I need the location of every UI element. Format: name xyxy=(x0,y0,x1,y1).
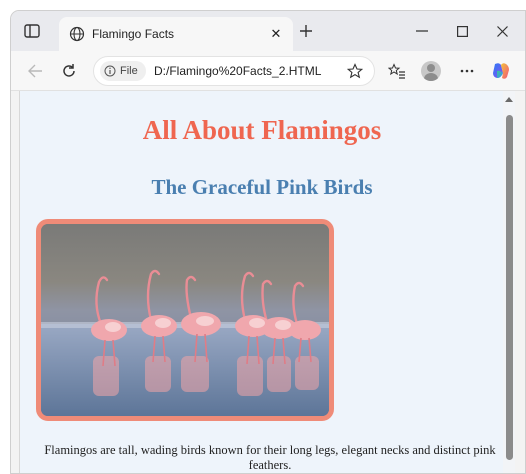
browser-window: Flamingo Facts ✕ File D:/Flamingo%20Fact… xyxy=(10,10,526,474)
globe-icon xyxy=(69,26,85,42)
new-tab-button[interactable] xyxy=(297,22,315,40)
back-arrow-icon[interactable] xyxy=(25,61,45,81)
more-icon[interactable] xyxy=(457,61,477,81)
site-info-label: File xyxy=(120,65,138,77)
page-subtitle: The Graceful Pink Birds xyxy=(151,175,373,199)
minimize-icon[interactable] xyxy=(411,21,433,41)
tab-title: Flamingo Facts xyxy=(92,27,175,41)
info-icon xyxy=(104,65,116,77)
scroll-thumb[interactable] xyxy=(506,115,513,460)
vertical-scrollbar[interactable] xyxy=(503,91,515,473)
tab-strip: Flamingo Facts ✕ xyxy=(11,11,525,51)
url-text[interactable]: D:/Flamingo%20Facts_2.HTML xyxy=(154,64,321,78)
browser-toolbar: File D:/Flamingo%20Facts_2.HTML xyxy=(11,51,525,91)
window-close-icon[interactable] xyxy=(491,21,513,41)
tab-close-icon[interactable]: ✕ xyxy=(267,25,285,43)
favorites-list-icon[interactable] xyxy=(387,61,407,81)
address-bar[interactable]: File D:/Flamingo%20Facts_2.HTML xyxy=(93,56,375,86)
page-title: All About Flamingos xyxy=(142,115,382,145)
copilot-icon[interactable] xyxy=(491,61,511,81)
maximize-icon[interactable] xyxy=(451,21,473,41)
page-description: Flamingos are tall, wading birds known f… xyxy=(44,443,496,472)
scroll-up-icon[interactable] xyxy=(505,97,513,102)
profile-avatar[interactable] xyxy=(421,61,441,81)
flamingo-photo xyxy=(36,219,334,421)
tab-flamingo-facts[interactable]: Flamingo Facts ✕ xyxy=(59,17,293,51)
page-viewport: All About Flamingos The Graceful Pink Bi… xyxy=(19,91,515,473)
favorites-star-icon[interactable] xyxy=(346,62,364,80)
refresh-icon[interactable] xyxy=(59,61,79,81)
tab-actions-icon[interactable] xyxy=(23,22,41,40)
site-info-button[interactable]: File xyxy=(100,61,146,81)
